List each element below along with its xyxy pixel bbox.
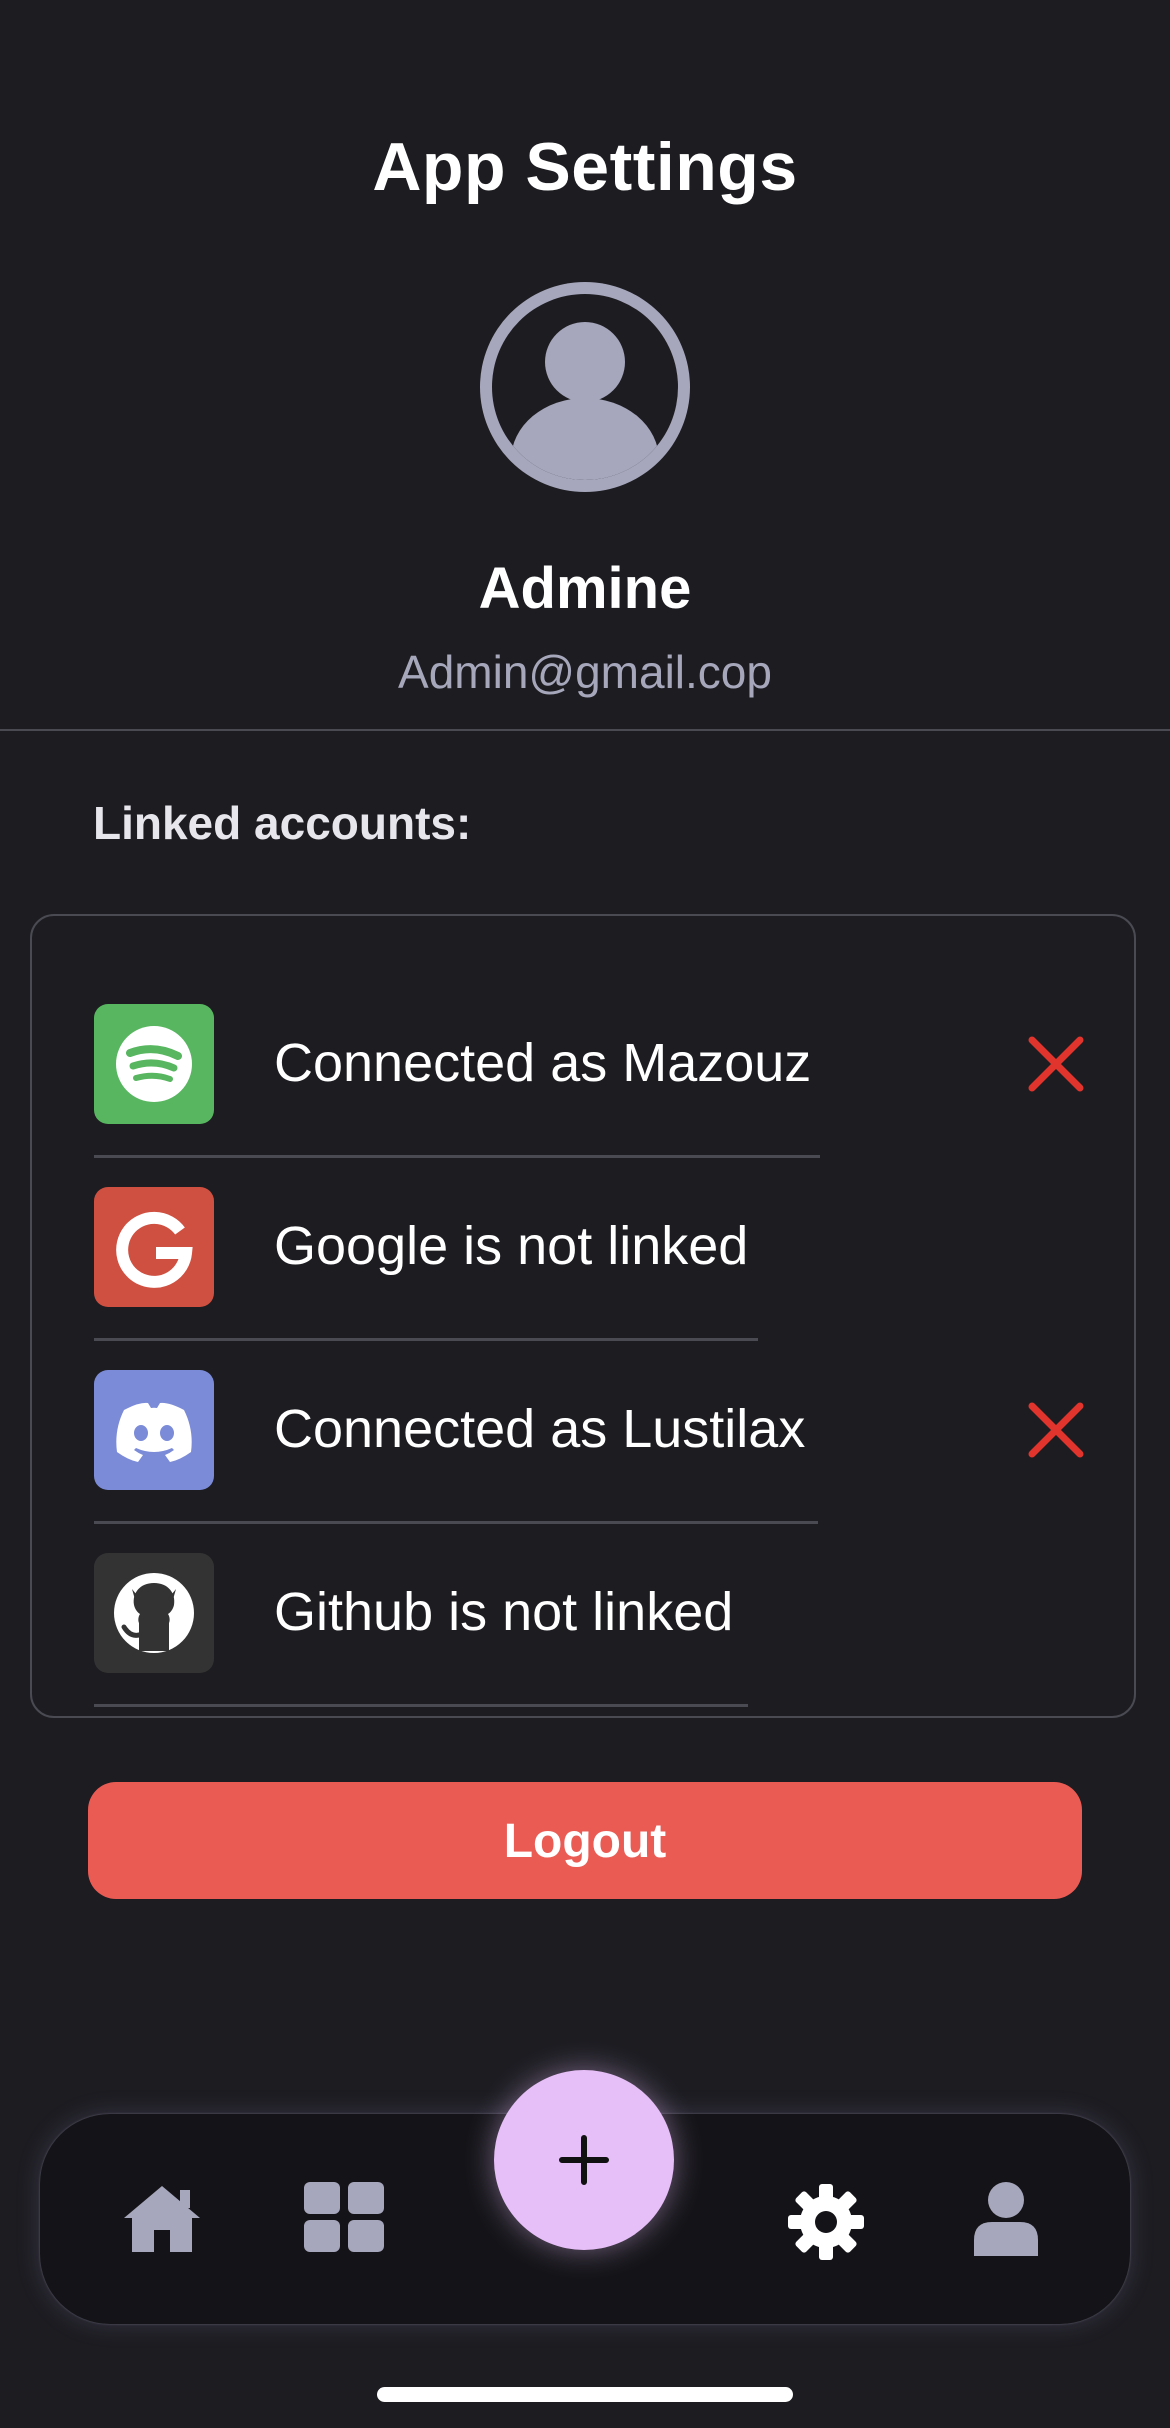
home-icon[interactable] [122,2184,202,2259]
header-divider [0,729,1170,731]
user-name: Admine [478,556,692,621]
user-avatar-icon [480,282,690,492]
user-email: Admin@gmail.cop [398,646,772,698]
account-row-discord: Connected as Lustilax [94,1282,1104,1524]
account-row-github: Github is not linked [94,1465,1104,1707]
plus-icon [559,2135,609,2185]
grid-icon[interactable] [304,2182,384,2257]
unlink-spotify-button[interactable] [1026,1034,1086,1094]
home-indicator [377,2387,793,2402]
account-status-text: Connected as Lustilax [274,1399,806,1459]
account-status-text: Github is not linked [274,1582,734,1642]
account-row-google: Google is not linked [94,1099,1104,1341]
user-icon[interactable] [974,2182,1038,2261]
logout-button[interactable]: Logout [88,1782,1082,1899]
linked-accounts-card: Connected as Mazouz Google is not linked [30,914,1136,1718]
gear-icon[interactable] [788,2184,864,2265]
close-icon [1028,1402,1084,1458]
account-row-spotify: Connected as Mazouz [94,916,1104,1158]
linked-accounts-label: Linked accounts: [93,797,472,849]
add-button[interactable] [494,2070,674,2250]
page-title: App Settings [372,129,798,205]
github-icon [94,1553,214,1673]
account-status-text: Google is not linked [274,1216,749,1276]
row-divider [94,1704,748,1707]
account-status-text: Connected as Mazouz [274,1033,812,1093]
unlink-discord-button[interactable] [1026,1400,1086,1460]
close-icon [1028,1036,1084,1092]
